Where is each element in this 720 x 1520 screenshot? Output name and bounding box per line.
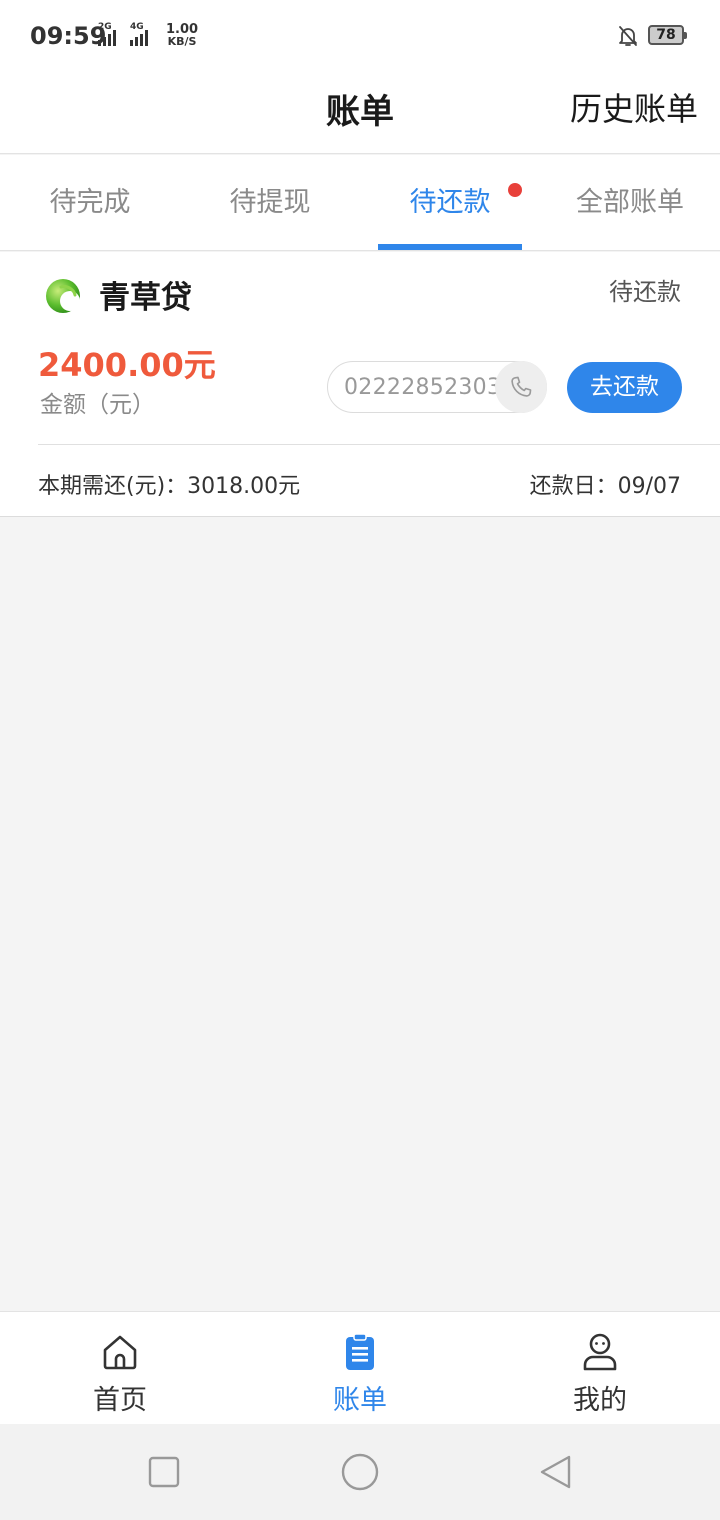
signal-tag-2g: 2G — [98, 22, 112, 32]
divider — [38, 444, 720, 445]
battery-level: 78 — [656, 27, 676, 43]
back-icon[interactable] — [536, 1452, 576, 1492]
call-button[interactable] — [495, 361, 547, 413]
bill-card[interactable]: 青草贷 待还款 2400.00元 金额（元） 02222852303 去还款 本… — [0, 252, 720, 517]
recents-icon[interactable] — [144, 1452, 184, 1492]
active-tab-indicator — [378, 244, 522, 250]
nav-label: 账单 — [333, 1385, 387, 1416]
signal-tag-4g: 4G — [130, 22, 144, 32]
tab-label: 待还款 — [409, 187, 491, 218]
lender-logo — [46, 279, 80, 313]
bill-tabs: 待完成 待提现 待还款 全部账单 — [0, 155, 720, 251]
net-speed: 1.00 KB/S — [166, 23, 198, 48]
tab-label: 待完成 — [49, 187, 131, 218]
nav-label: 首页 — [93, 1385, 147, 1416]
signal-icon: 2G — [98, 22, 116, 46]
app-header: 账单 历史账单 — [0, 72, 720, 154]
tab-pending-repay[interactable]: 待还款 — [360, 155, 540, 251]
home-icon — [103, 1335, 137, 1370]
status-badge: 待还款 — [609, 278, 681, 306]
home-circle-icon[interactable] — [340, 1452, 380, 1492]
nav-label: 我的 — [573, 1385, 627, 1416]
profile-icon — [583, 1333, 617, 1371]
due-amount: 本期需还(元)：3018.00元 — [38, 474, 301, 499]
system-nav-bar — [0, 1424, 720, 1520]
phone-icon — [511, 376, 532, 397]
tab-pending-withdraw[interactable]: 待提现 — [180, 155, 360, 251]
nav-item-bills[interactable]: 账单 — [240, 1312, 480, 1425]
bell-off-icon — [619, 26, 637, 46]
notification-dot — [508, 183, 522, 197]
signal-icon: 4G — [130, 22, 148, 46]
loan-amount: 2400.00元 — [38, 346, 216, 384]
nav-item-home[interactable]: 首页 — [0, 1312, 240, 1425]
tab-pending-complete[interactable]: 待完成 — [0, 155, 180, 251]
status-bar: 09:59 2G 4G 1.00 KB/S 78 — [0, 0, 720, 72]
nav-item-profile[interactable]: 我的 — [480, 1312, 720, 1425]
bottom-nav: 首页 账单 我的 — [0, 1311, 720, 1424]
net-speed-unit: KB/S — [167, 35, 197, 48]
tab-label: 全部账单 — [576, 187, 684, 218]
due-date: 还款日：09/07 — [529, 474, 681, 499]
battery-icon: 78 — [648, 25, 687, 45]
tab-label: 待提现 — [229, 187, 311, 218]
phone-number: 02222852303 — [344, 375, 502, 400]
status-time: 09:59 — [30, 22, 107, 50]
bill-icon — [346, 1333, 374, 1370]
repay-button[interactable]: 去还款 — [567, 362, 682, 413]
tab-all-bills[interactable]: 全部账单 — [540, 155, 720, 251]
amount-label: 金额（元） — [40, 392, 155, 418]
signal-group: 2G 4G — [98, 22, 148, 46]
history-bills-link[interactable]: 历史账单 — [570, 84, 698, 130]
contact-phone[interactable]: 02222852303 — [327, 361, 547, 413]
lender-name: 青草贷 — [99, 280, 192, 316]
